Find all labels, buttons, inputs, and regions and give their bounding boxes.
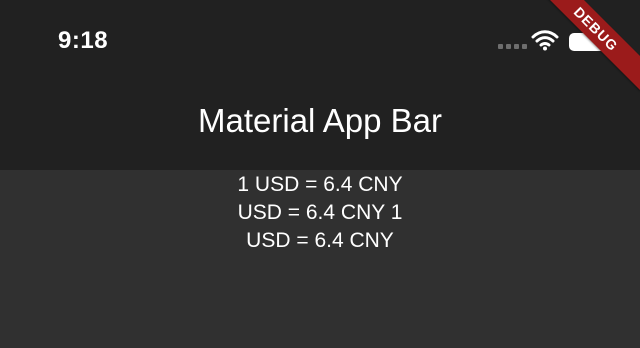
conversion-line: 1 USD = 6.4 CNY	[237, 173, 403, 196]
material-app-bar: 9:18 Material App Bar	[0, 0, 640, 170]
signal-dot	[506, 44, 511, 49]
status-bar: 9:18	[0, 0, 640, 80]
app-screen: 9:18 Material App Bar 1 USD = 6.4 CNY US	[0, 0, 640, 348]
conversion-line: USD = 6.4 CNY	[246, 229, 394, 252]
signal-dots-icon	[498, 44, 527, 49]
signal-dot	[498, 44, 503, 49]
status-time: 9:18	[58, 27, 109, 54]
conversion-line: USD = 6.4 CNY 1	[237, 201, 403, 224]
currency-conversion-text: 1 USD = 6.4 CNY USD = 6.4 CNY 1 USD = 6.…	[0, 171, 640, 255]
app-bar-title: Material App Bar	[198, 102, 442, 139]
wifi-icon	[531, 30, 559, 51]
signal-dot	[522, 44, 527, 49]
signal-dot	[514, 44, 519, 49]
